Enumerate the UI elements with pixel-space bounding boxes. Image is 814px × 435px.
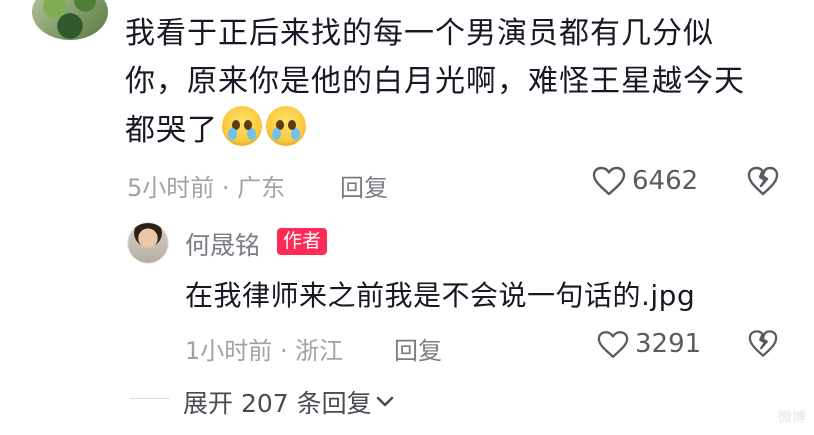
- comment-line-2: 你，原来你是他的白月光啊，难怪王星越今天: [125, 64, 745, 99]
- comment-like-count: 6462: [632, 166, 699, 196]
- comment-dislike-button[interactable]: [747, 166, 779, 196]
- expand-replies-button[interactable]: 展开 207 条回复: [183, 384, 394, 420]
- comment-line-3-text: 都哭了: [125, 113, 218, 148]
- watermark: 微博: [778, 410, 806, 426]
- reply-like-button[interactable]: 3291: [597, 329, 701, 359]
- comment-line-1: 我看于正后来找的每一个男演员都有几分似: [125, 16, 714, 51]
- heart-icon: [597, 330, 629, 359]
- comment-like-button[interactable]: 6462: [592, 166, 698, 196]
- expand-replies-label: 展开 207 条回复: [183, 389, 372, 418]
- reply-text: 在我律师来之前我是不会说一句话的.jpg: [185, 279, 696, 312]
- reply-reply-button[interactable]: 回复: [394, 331, 442, 366]
- comment-line-3: 都哭了: [125, 106, 765, 155]
- reply-button[interactable]: 回复: [340, 168, 388, 203]
- expand-divider: [130, 398, 170, 399]
- chevron-down-icon: [376, 396, 394, 408]
- heart-icon: [592, 166, 626, 196]
- commenter-avatar[interactable]: [32, 0, 108, 40]
- crying-face-emoji-icon: [266, 106, 306, 146]
- reply-dislike-button[interactable]: [748, 329, 778, 358]
- author-avatar[interactable]: [127, 222, 169, 264]
- comment-text: 我看于正后来找的每一个男演员都有几分似 你，原来你是他的白月光啊，难怪王星越今天…: [125, 10, 765, 155]
- comment-meta: 5小时前 · 广东: [127, 174, 286, 202]
- broken-heart-icon: [747, 166, 779, 196]
- crying-face-emoji-icon: [222, 106, 262, 146]
- reply-meta: 1小时前 · 浙江: [185, 337, 344, 365]
- broken-heart-icon: [748, 329, 778, 358]
- reply-like-count: 3291: [635, 329, 702, 359]
- author-badge: 作者: [277, 228, 328, 255]
- author-name[interactable]: 何晟铭: [185, 226, 260, 262]
